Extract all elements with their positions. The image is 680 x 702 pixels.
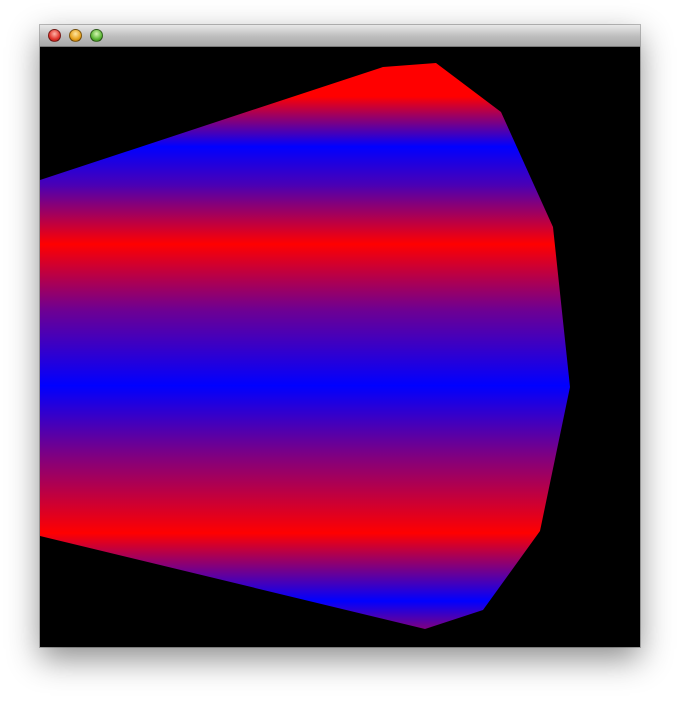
zoom-traffic-light-icon[interactable]	[90, 29, 103, 42]
minimize-traffic-light-icon[interactable]	[69, 29, 82, 42]
title-bar[interactable]	[40, 25, 640, 47]
cone-shape	[40, 63, 570, 629]
render-canvas[interactable]	[40, 47, 640, 647]
cone-render	[40, 63, 570, 629]
close-traffic-light-icon[interactable]	[48, 29, 61, 42]
app-window	[40, 25, 640, 647]
